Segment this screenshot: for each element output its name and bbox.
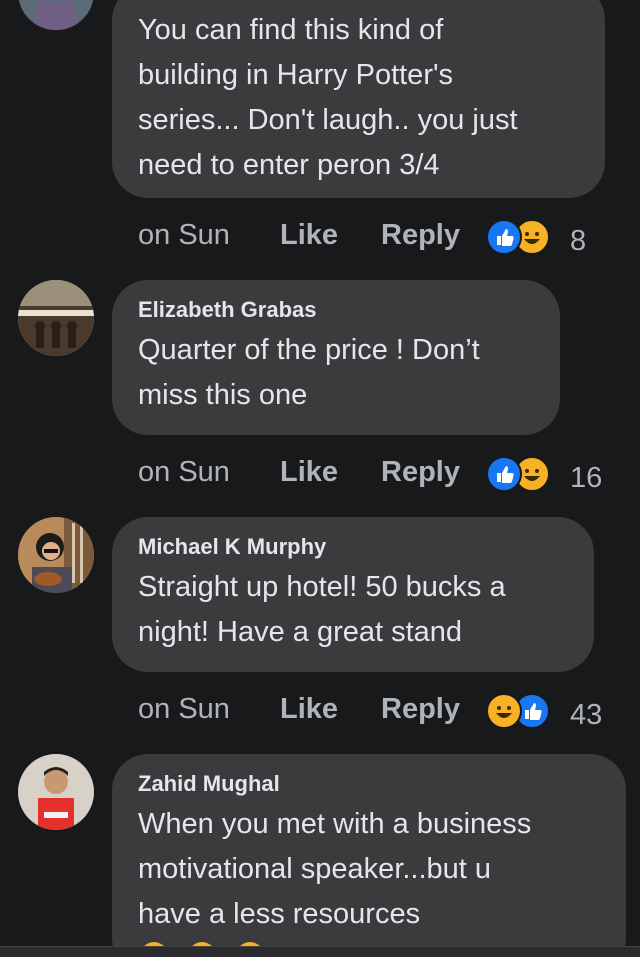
reaction-summary[interactable]: 16 xyxy=(486,456,616,494)
comment-bubble: You can find this kind of building in Ha… xyxy=(112,0,605,198)
avatar-image xyxy=(18,517,94,593)
reaction-summary[interactable]: 43 xyxy=(486,693,616,731)
like-button[interactable]: Like xyxy=(280,687,338,731)
comment-bubble: Zahid Mughal When you met with a busines… xyxy=(112,754,626,957)
avatar[interactable] xyxy=(18,517,94,593)
system-navigation-bar xyxy=(0,946,640,957)
comment-time: on Sun xyxy=(138,693,230,725)
like-button[interactable]: Like xyxy=(280,213,338,257)
avatar[interactable] xyxy=(18,754,94,830)
reaction-count: 16 xyxy=(570,462,603,494)
reaction-count: 8 xyxy=(570,225,587,257)
comment-actions: on Sun Like Reply 43 xyxy=(138,687,618,731)
like-icon xyxy=(486,456,522,492)
comment-text: You can find this kind of building in Ha… xyxy=(138,14,518,181)
comment-author[interactable]: Zahid Mughal xyxy=(138,770,600,798)
comment-bubble: Michael K Murphy Straight up hotel! 50 b… xyxy=(112,517,594,672)
reaction-count: 43 xyxy=(570,699,603,731)
avatar-image xyxy=(18,0,94,30)
comment-actions: on Sun Like Reply 16 xyxy=(138,450,618,494)
comment-author[interactable]: Elizabeth Grabas xyxy=(138,296,534,324)
comment-author[interactable]: Michael K Murphy xyxy=(138,533,568,561)
comment-time: on Sun xyxy=(138,456,230,488)
reply-button[interactable]: Reply xyxy=(381,450,460,494)
like-button[interactable]: Like xyxy=(280,450,338,494)
comment-text: When you met with a business motivationa… xyxy=(138,808,532,930)
avatar-image xyxy=(18,754,94,830)
reaction-summary[interactable]: 8 xyxy=(486,219,606,257)
avatar-image xyxy=(18,280,94,356)
comments-feed: You can find this kind of building in Ha… xyxy=(0,0,640,957)
haha-icon xyxy=(486,693,522,729)
avatar[interactable] xyxy=(18,280,94,356)
reply-button[interactable]: Reply xyxy=(381,687,460,731)
comment-bubble: Elizabeth Grabas Quarter of the price ! … xyxy=(112,280,560,435)
reply-button[interactable]: Reply xyxy=(381,213,460,257)
comment-text: Straight up hotel! 50 bucks a night! Hav… xyxy=(138,571,506,648)
comment-text: Quarter of the price ! Don’t miss this o… xyxy=(138,334,480,411)
avatar[interactable] xyxy=(18,0,94,30)
comment-time: on Sun xyxy=(138,219,230,251)
like-icon xyxy=(486,219,522,255)
comment-actions: on Sun Like Reply 8 xyxy=(138,213,618,257)
